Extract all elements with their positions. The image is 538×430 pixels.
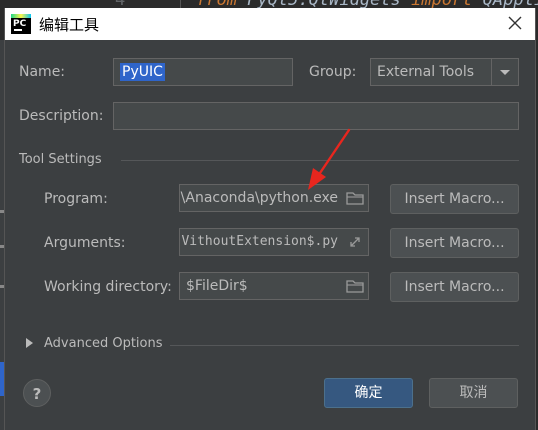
folder-icon[interactable] <box>346 190 364 206</box>
working-directory-value: $FileDir$ <box>186 278 248 294</box>
tool-settings-separator <box>121 160 519 161</box>
folder-icon[interactable] <box>346 278 364 294</box>
tool-settings-title: Tool Settings <box>19 152 102 167</box>
ok-button[interactable]: 确定 <box>324 378 413 408</box>
editor-gutter-line <box>180 0 181 8</box>
code-rest: QApplic <box>483 0 538 8</box>
dialog-title: 编辑工具 <box>39 16 100 34</box>
help-button[interactable]: ? <box>23 379 51 407</box>
description-field[interactable] <box>113 102 519 130</box>
code-line: from PyQt5.QtWidgets import QApplic <box>196 0 538 8</box>
program-value: :\Anaconda\python.exe <box>179 190 338 206</box>
working-directory-label: Working directory: <box>44 279 172 295</box>
program-field[interactable]: :\Anaconda\python.exe <box>179 184 369 212</box>
insert-macro-button-program[interactable]: Insert Macro... <box>390 184 519 214</box>
line-number: 4 <box>115 0 125 8</box>
triangle-right-icon[interactable] <box>26 338 33 348</box>
name-field[interactable]: PyUIC <box>113 58 293 86</box>
arguments-value: VithoutExtension$.py <box>181 234 338 249</box>
working-directory-field[interactable]: $FileDir$ <box>179 272 369 300</box>
code-keyword: from <box>196 0 237 8</box>
insert-macro-button-arguments[interactable]: Insert Macro... <box>390 228 519 258</box>
program-label: Program: <box>44 191 108 207</box>
dialog-titlebar: PC 编辑工具 <box>5 8 535 40</box>
group-value: External Tools <box>377 64 475 80</box>
advanced-options-separator <box>170 345 519 346</box>
edit-tool-dialog: PC 编辑工具 Name: PyUIC Group: External Tool… <box>4 8 536 430</box>
cancel-button[interactable]: 取消 <box>429 378 518 408</box>
background-editor: 4 from PyQt5.QtWidgets import QApplic <box>0 0 538 8</box>
advanced-options-label[interactable]: Advanced Options <box>44 336 163 351</box>
chevron-down-icon <box>500 70 510 75</box>
name-label: Name: <box>19 64 66 80</box>
pycharm-icon-stripe <box>11 14 31 18</box>
name-value: PyUIC <box>120 63 165 81</box>
pycharm-icon-glyph: PC <box>13 19 27 29</box>
arguments-label: Arguments: <box>44 235 126 251</box>
group-combobox[interactable]: External Tools <box>370 58 519 86</box>
insert-macro-button-working-directory[interactable]: Insert Macro... <box>390 272 519 302</box>
pycharm-icon-bar <box>14 29 22 31</box>
close-icon[interactable] <box>503 11 527 35</box>
pycharm-icon: PC <box>11 14 31 34</box>
expand-icon[interactable] <box>346 234 364 250</box>
arguments-field[interactable]: VithoutExtension$.py <box>179 228 369 256</box>
description-label: Description: <box>19 108 104 124</box>
group-dropdown-button[interactable] <box>491 59 518 85</box>
code-keyword: import <box>411 0 472 8</box>
code-module: PyQt5.QtWidgets <box>247 0 401 8</box>
group-label: Group: <box>309 64 357 80</box>
